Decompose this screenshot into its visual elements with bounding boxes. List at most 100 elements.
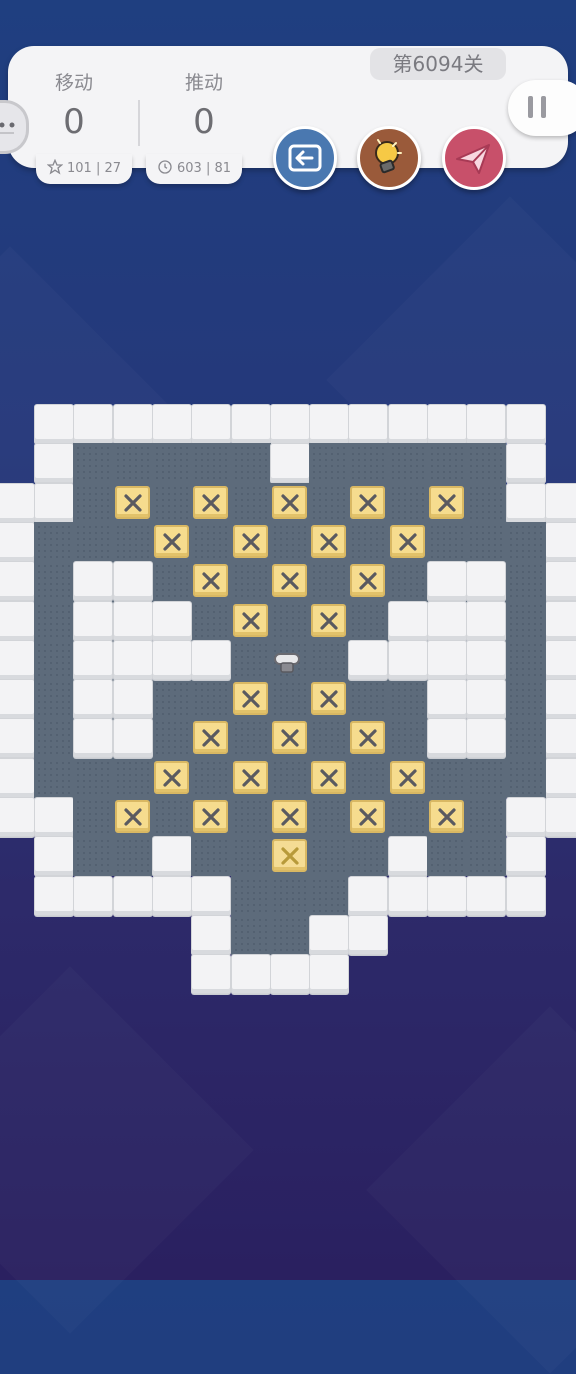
floor-tile[interactable] <box>230 797 271 837</box>
floor-tile[interactable] <box>505 679 546 720</box>
crate[interactable] <box>153 524 189 558</box>
crate[interactable] <box>232 760 268 794</box>
floor-tile[interactable] <box>269 914 310 955</box>
floor-tile[interactable] <box>34 639 74 680</box>
floor-tile[interactable] <box>348 757 389 798</box>
floor-tile[interactable] <box>151 797 192 837</box>
floor-tile[interactable] <box>73 757 114 798</box>
undo-button[interactable] <box>273 126 337 190</box>
floor-tile[interactable] <box>309 561 350 602</box>
floor-tile[interactable] <box>73 836 114 877</box>
floor-tile[interactable] <box>230 679 271 720</box>
floor-tile[interactable] <box>505 561 546 602</box>
floor-tile[interactable] <box>269 836 310 877</box>
floor-tile[interactable] <box>505 639 546 680</box>
floor-tile[interactable] <box>191 482 232 523</box>
floor-tile[interactable] <box>112 679 153 720</box>
floor-tile[interactable] <box>230 561 271 602</box>
floor-tile[interactable] <box>34 757 74 798</box>
floor-tile[interactable] <box>387 600 428 641</box>
floor-tile[interactable] <box>151 482 192 523</box>
crate[interactable] <box>389 524 425 558</box>
floor-tile[interactable] <box>269 561 310 602</box>
floor-tile[interactable] <box>505 600 546 641</box>
floor-tile[interactable] <box>466 718 507 759</box>
crate[interactable] <box>350 800 386 833</box>
floor-tile[interactable] <box>387 757 428 798</box>
crate[interactable] <box>271 485 307 519</box>
floor-tile[interactable] <box>466 679 507 720</box>
floor-tile[interactable] <box>309 482 350 523</box>
floor-tile[interactable] <box>348 718 389 759</box>
floor-tile[interactable] <box>151 561 192 602</box>
floor-tile[interactable] <box>387 521 428 562</box>
crate[interactable] <box>271 721 307 755</box>
floor-tile[interactable] <box>427 600 467 641</box>
floor-tile[interactable] <box>387 718 428 759</box>
floor-tile[interactable] <box>151 639 192 680</box>
floor-tile[interactable] <box>348 836 389 877</box>
pause-button[interactable] <box>508 80 576 136</box>
floor-tile[interactable] <box>466 797 507 837</box>
floor-tile[interactable] <box>309 757 350 798</box>
floor-tile[interactable] <box>230 718 271 759</box>
crate[interactable] <box>153 760 189 794</box>
floor-tile[interactable] <box>348 600 389 641</box>
floor-tile[interactable] <box>309 443 350 484</box>
goal-crate[interactable] <box>271 839 307 873</box>
floor-tile[interactable] <box>309 836 350 877</box>
floor-tile[interactable] <box>34 718 74 759</box>
floor-tile[interactable] <box>269 679 310 720</box>
floor-tile[interactable] <box>427 561 467 602</box>
floor-tile[interactable] <box>309 600 350 641</box>
floor-tile[interactable] <box>427 757 467 798</box>
floor-tile[interactable] <box>348 561 389 602</box>
hint-button[interactable] <box>357 126 421 190</box>
crate[interactable] <box>429 800 464 833</box>
floor-tile[interactable] <box>269 521 310 562</box>
floor-tile[interactable] <box>73 797 114 837</box>
crate[interactable] <box>311 603 347 637</box>
floor-tile[interactable] <box>73 679 114 720</box>
crate[interactable] <box>311 760 347 794</box>
floor-tile[interactable] <box>309 679 350 720</box>
floor-tile[interactable] <box>230 521 271 562</box>
floor-tile[interactable] <box>112 757 153 798</box>
floor-tile[interactable] <box>191 797 232 837</box>
floor-tile[interactable] <box>230 757 271 798</box>
floor-tile[interactable] <box>191 836 232 877</box>
floor-tile[interactable] <box>427 797 467 837</box>
floor-tile[interactable] <box>348 797 389 837</box>
floor-tile[interactable] <box>112 600 153 641</box>
floor-tile[interactable] <box>112 561 153 602</box>
floor-tile[interactable] <box>427 836 467 877</box>
floor-tile[interactable] <box>309 875 350 916</box>
floor-tile[interactable] <box>348 639 389 680</box>
floor-tile[interactable] <box>34 600 74 641</box>
send-button[interactable] <box>442 126 506 190</box>
floor-tile[interactable] <box>191 600 232 641</box>
crate[interactable] <box>271 800 307 833</box>
floor-tile[interactable] <box>230 443 271 484</box>
crate[interactable] <box>114 800 150 833</box>
crate[interactable] <box>311 682 347 716</box>
player-character[interactable] <box>272 650 302 676</box>
floor-tile[interactable] <box>191 561 232 602</box>
floor-tile[interactable] <box>505 718 546 759</box>
floor-tile[interactable] <box>151 521 192 562</box>
floor-tile[interactable] <box>309 521 350 562</box>
floor-tile[interactable] <box>466 836 507 877</box>
floor-tile[interactable] <box>348 443 389 484</box>
floor-tile[interactable] <box>230 875 271 916</box>
floor-tile[interactable] <box>269 875 310 916</box>
floor-tile[interactable] <box>427 521 467 562</box>
floor-tile[interactable] <box>269 600 310 641</box>
floor-tile[interactable] <box>112 718 153 759</box>
floor-tile[interactable] <box>34 679 74 720</box>
floor-tile[interactable] <box>466 600 507 641</box>
floor-tile[interactable] <box>387 561 428 602</box>
floor-tile[interactable] <box>191 757 232 798</box>
floor-tile[interactable] <box>348 521 389 562</box>
floor-tile[interactable] <box>269 482 310 523</box>
crate[interactable] <box>232 682 268 716</box>
